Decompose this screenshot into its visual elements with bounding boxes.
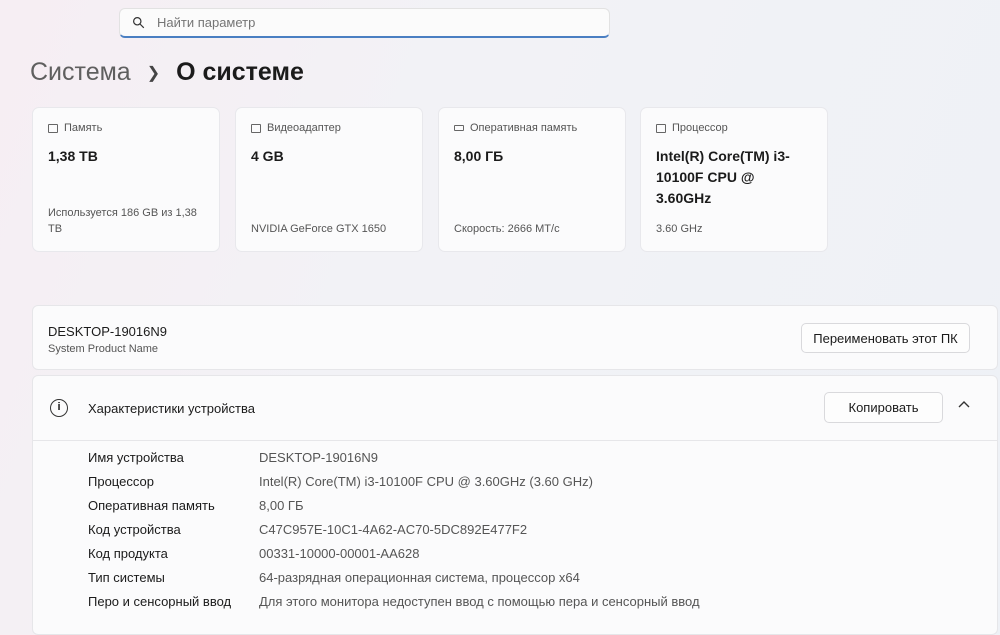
card-subtitle: NVIDIA GeForce GTX 1650 (251, 223, 387, 235)
breadcrumb-parent[interactable]: Система (30, 58, 131, 87)
spec-row: Код продукта 00331-10000-00001-AA628 (88, 546, 419, 561)
search-box[interactable] (119, 8, 610, 38)
pc-subtitle: System Product Name (48, 343, 159, 355)
page-title: О системе (176, 58, 304, 86)
spec-label: Перо и сенсорный ввод (88, 594, 232, 609)
spec-label: Код устройства (88, 522, 181, 537)
device-specs-title: Характеристики устройства (88, 401, 255, 416)
spec-label: Имя устройства (88, 450, 184, 465)
spec-row: Перо и сенсорный ввод Для этого монитора … (88, 594, 700, 609)
card-value: 4 GB (251, 148, 284, 164)
copy-button[interactable]: Копировать (824, 392, 943, 423)
spec-value: DESKTOP-19016N9 (259, 450, 378, 465)
processor-card[interactable]: Процессор Intel(R) Core(TM) i3-10100F CP… (640, 107, 828, 252)
spec-value: 00331-10000-00001-AA628 (259, 546, 420, 561)
card-title: Видеоадаптер (267, 122, 341, 134)
card-title: Память (64, 122, 103, 134)
ram-card[interactable]: Оперативная память 8,00 ГБ Скорость: 266… (438, 107, 626, 252)
chevron-up-icon[interactable] (957, 398, 971, 412)
info-icon: i (50, 399, 68, 417)
card-subtitle: Скорость: 2666 МТ/с (454, 223, 560, 235)
storage-icon (48, 123, 58, 133)
spec-label: Код продукта (88, 546, 168, 561)
spec-label: Оперативная память (88, 498, 215, 513)
search-icon (133, 17, 145, 29)
pc-name: DESKTOP-19016N9 (48, 324, 167, 339)
spec-value: Для этого монитора недоступен ввод с пом… (259, 594, 700, 609)
spec-row: Код устройства C47C957E-10C1-4A62-AC70-5D… (88, 522, 527, 537)
spec-row: Процессор Intel(R) Core(TM) i3-10100F CPU… (88, 474, 593, 489)
card-title: Процессор (672, 122, 728, 134)
pc-name-panel: DESKTOP-19016N9 System Product Name Пере… (32, 305, 998, 370)
spec-value: 8,00 ГБ (259, 498, 304, 513)
search-input[interactable] (157, 15, 577, 30)
spec-label: Тип системы (88, 570, 165, 585)
spec-label: Процессор (88, 474, 154, 489)
processor-icon (656, 123, 666, 133)
chevron-right-icon: ❯ (146, 64, 161, 82)
spec-value: 64-разрядная операционная система, проце… (259, 570, 580, 585)
spec-value: C47C957E-10C1-4A62-AC70-5DC892E477F2 (259, 522, 528, 537)
spec-value: Intel(R) Core(TM) i3-10100F CPU @ 3.60GH… (259, 474, 593, 489)
card-title: Оперативная память (470, 122, 578, 134)
gpu-card[interactable]: Видеоадаптер 4 GB NVIDIA GeForce GTX 165… (235, 107, 423, 252)
display-adapter-icon (251, 123, 261, 133)
rename-pc-button[interactable]: Переименовать этот ПК (801, 323, 970, 353)
breadcrumb: Система ❯ О системе (30, 58, 304, 87)
card-subtitle: 3.60 GHz (656, 223, 703, 235)
spec-row: Имя устройства DESKTOP-19016N9 (88, 450, 378, 465)
device-specs-header[interactable]: i Характеристики устройства Копировать (33, 376, 997, 441)
ram-icon (454, 125, 464, 131)
spec-row: Тип системы 64-разрядная операционная сис… (88, 570, 580, 585)
card-value: 1,38 TB (48, 148, 98, 164)
card-subtitle: Используется 186 GB из 1,38 TB (48, 207, 197, 235)
spec-row: Оперативная память 8,00 ГБ (88, 498, 303, 513)
storage-card[interactable]: Память 1,38 TB Используется 186 GB из 1,… (32, 107, 220, 252)
card-value: 8,00 ГБ (454, 148, 504, 164)
card-value: Intel(R) Core(TM) i3-10100F CPU @ 3.60GH… (656, 148, 790, 206)
